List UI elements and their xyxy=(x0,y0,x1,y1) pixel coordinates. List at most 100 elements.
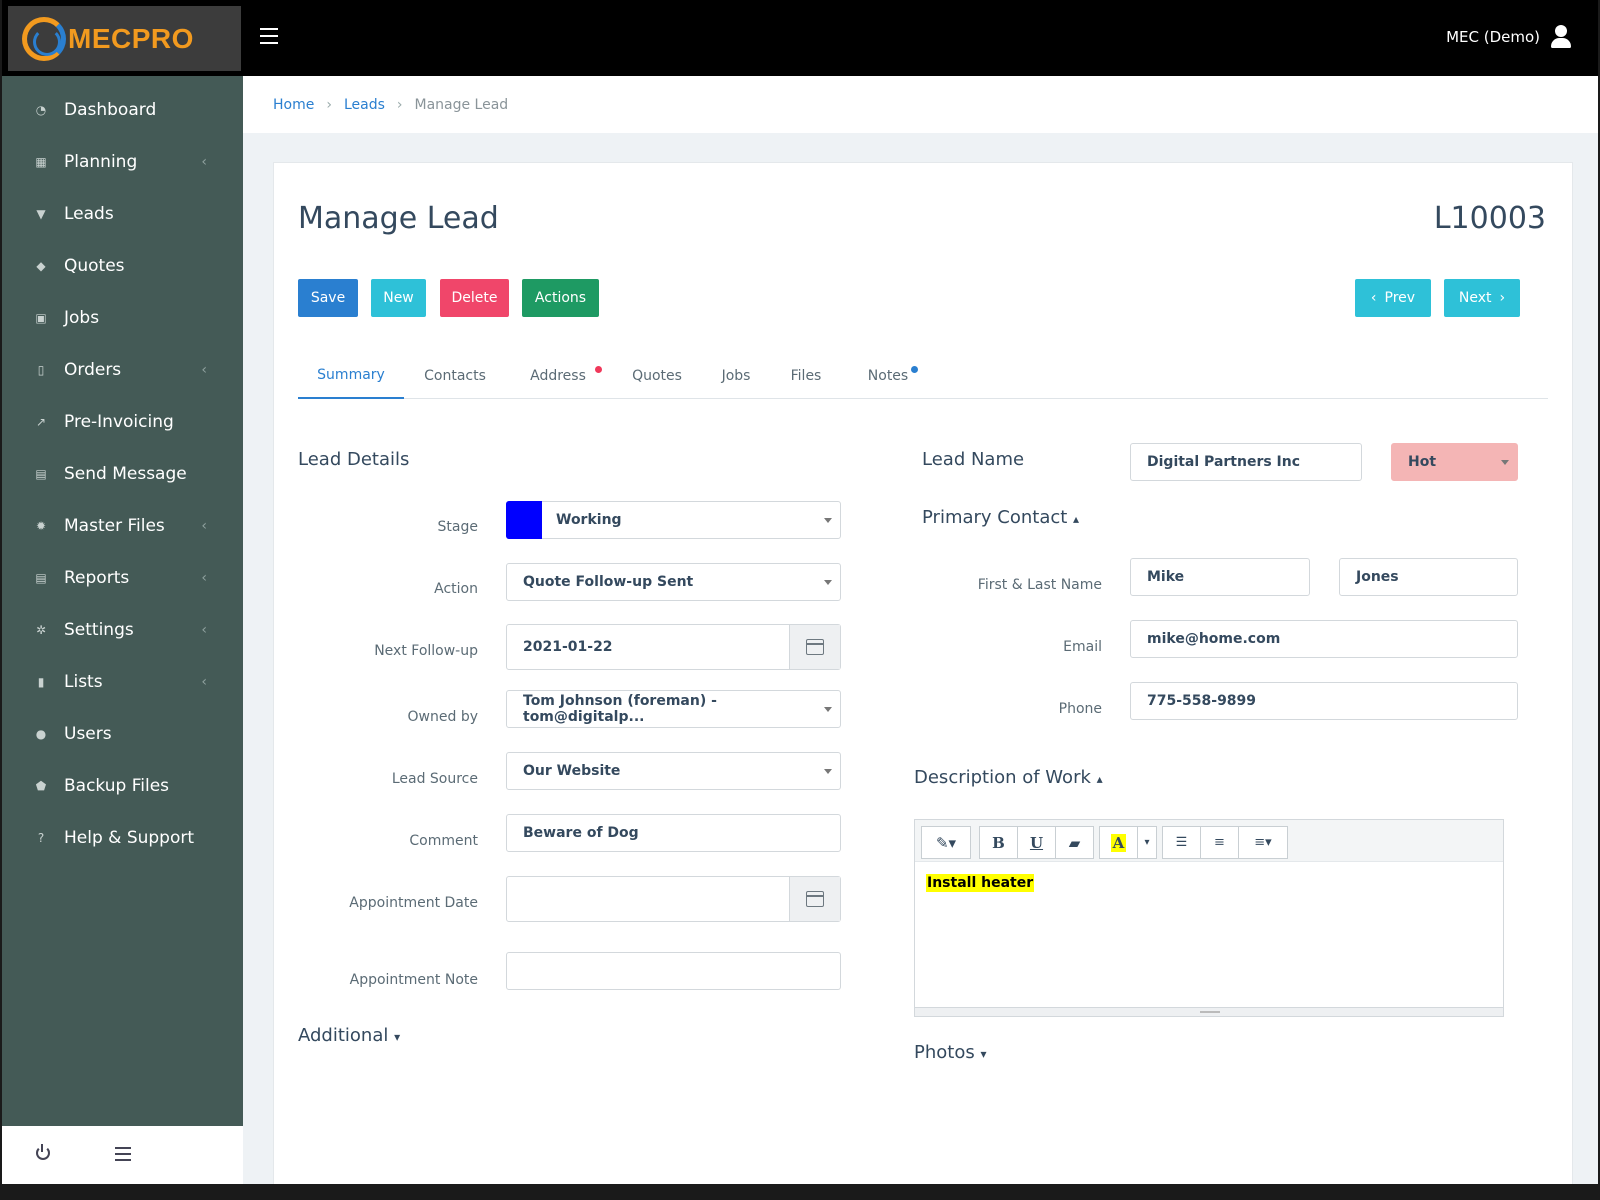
chevron-down-icon: ▾ xyxy=(394,1030,401,1044)
first-name-input[interactable]: Mike xyxy=(1130,558,1310,596)
sidebar-item-help-support[interactable]: ? Help & Support xyxy=(2,812,243,864)
photos-label: Photos xyxy=(914,1042,975,1063)
user-circle-icon: ● xyxy=(35,727,47,741)
calendar-icon xyxy=(806,639,824,655)
prev-button[interactable]: ‹ Prev xyxy=(1355,279,1431,317)
user-icon[interactable] xyxy=(1550,25,1572,49)
sidebar-item-label: Pre-Invoicing xyxy=(64,412,174,432)
calendar-icon xyxy=(806,891,824,907)
sidebar-item-master-files[interactable]: ✹ Master Files ‹ xyxy=(2,500,243,552)
sidebar-item-backup-files[interactable]: ⬟ Backup Files xyxy=(2,760,243,812)
sidebar-item-pre-invoicing[interactable]: ↗ Pre-Invoicing xyxy=(2,396,243,448)
prev-label: Prev xyxy=(1384,290,1416,306)
new-button[interactable]: New xyxy=(371,279,426,317)
underline-icon[interactable]: U xyxy=(1017,826,1056,859)
sidebar: ◔ Dashboard ▦ Planning ‹ ▼ Leads ◆ Quote… xyxy=(2,76,243,1126)
sidebar-item-lists[interactable]: ▮ Lists ‹ xyxy=(2,656,243,708)
tab-address[interactable]: Address xyxy=(510,353,606,399)
chevron-down-icon: ▾ xyxy=(980,1047,987,1061)
chevron-up-icon: ▴ xyxy=(1073,512,1080,526)
sidebar-item-reports[interactable]: ▤ Reports ‹ xyxy=(2,552,243,604)
last-name-input[interactable]: Jones xyxy=(1339,558,1518,596)
owned-by-select[interactable]: Tom Johnson (foreman) - tom@digitalp... xyxy=(506,690,841,728)
numbered-list-icon[interactable]: ≡ xyxy=(1200,826,1239,859)
appointment-note-input[interactable] xyxy=(506,952,841,990)
sidebar-item-quotes[interactable]: ◆ Quotes xyxy=(2,240,243,292)
chevron-up-icon: ▴ xyxy=(1096,772,1103,786)
owned-by-value: Tom Johnson (foreman) - tom@digitalp... xyxy=(523,693,717,725)
funnel-icon: ▼ xyxy=(36,207,46,221)
eraser-icon[interactable]: ▰ xyxy=(1055,826,1094,859)
sidebar-item-send-message[interactable]: ▤ Send Message xyxy=(2,448,243,500)
priority-value: Hot xyxy=(1408,454,1437,470)
menu-toggle-icon[interactable] xyxy=(260,28,278,44)
breadcrumb-leads[interactable]: Leads xyxy=(344,97,385,113)
save-button[interactable]: Save xyxy=(298,279,358,317)
phone-label: Phone xyxy=(1058,701,1102,717)
sidebar-item-users[interactable]: ● Users xyxy=(2,708,243,760)
sidebar-item-label: Send Message xyxy=(64,464,187,484)
followup-value: 2021-01-22 xyxy=(523,639,613,655)
phone-input[interactable]: 775-558-9899 xyxy=(1130,682,1518,720)
text-color-icon[interactable]: A xyxy=(1099,826,1138,859)
comment-input[interactable]: Beware of Dog xyxy=(506,814,841,852)
tab-quotes[interactable]: Quotes xyxy=(618,353,696,399)
chevron-left-icon: ‹ xyxy=(1370,290,1377,306)
tab-jobs[interactable]: Jobs xyxy=(706,353,766,399)
stage-select[interactable]: Working xyxy=(506,501,841,539)
photos-toggle[interactable]: Photos ▾ xyxy=(914,1042,987,1063)
tab-summary[interactable]: Summary xyxy=(298,353,404,399)
primary-contact-toggle[interactable]: Primary Contact ▴ xyxy=(922,507,1079,528)
lead-source-select[interactable]: Our Website xyxy=(506,752,841,790)
followup-date-input[interactable]: 2021-01-22 xyxy=(506,624,841,670)
additional-label: Additional xyxy=(298,1025,389,1046)
description-editor[interactable]: ✎▾ B U ▰ A ▾ ☰ ≡ ≡▾ Install heater xyxy=(914,819,1504,1017)
tab-notes[interactable]: Notes xyxy=(848,353,928,399)
logo[interactable]: MECPRO xyxy=(8,6,241,71)
sidebar-item-settings[interactable]: ✲ Settings ‹ xyxy=(2,604,243,656)
action-select[interactable]: Quote Follow-up Sent xyxy=(506,563,841,601)
caret-down-icon[interactable]: ▾ xyxy=(1137,826,1157,859)
menu-icon[interactable] xyxy=(115,1147,131,1165)
tab-label: Notes xyxy=(867,368,909,384)
calendar-button[interactable] xyxy=(789,625,840,669)
email-input[interactable]: mike@home.com xyxy=(1130,620,1518,658)
sidebar-item-label: Orders xyxy=(64,360,122,380)
actions-button[interactable]: Actions xyxy=(522,279,599,317)
stage-color-swatch xyxy=(506,501,542,539)
additional-toggle[interactable]: Additional ▾ xyxy=(298,1025,400,1046)
align-icon[interactable]: ≡▾ xyxy=(1238,826,1288,859)
editor-toolbar: ✎▾ B U ▰ A ▾ ☰ ≡ ≡▾ xyxy=(915,820,1503,862)
app-frame: MECPRO MEC (Demo) ◔ Dashboard ▦ Planning… xyxy=(2,0,1598,1184)
chevron-right-icon: › xyxy=(1499,290,1506,306)
sidebar-item-leads[interactable]: ▼ Leads xyxy=(2,188,243,240)
sidebar-item-label: Settings xyxy=(64,620,134,640)
bold-icon[interactable]: B xyxy=(979,826,1018,859)
tab-contacts[interactable]: Contacts xyxy=(410,353,500,399)
action-label: Action xyxy=(434,581,478,597)
manage-lead-card: Manage Lead L10003 Save New Delete Actio… xyxy=(273,162,1573,1184)
priority-select[interactable]: Hot xyxy=(1391,443,1518,481)
sidebar-item-dashboard[interactable]: ◔ Dashboard xyxy=(2,84,243,136)
bullet-list-icon[interactable]: ☰ xyxy=(1162,826,1201,859)
comment-value: Beware of Dog xyxy=(523,825,639,841)
delete-button[interactable]: Delete xyxy=(440,279,509,317)
power-icon[interactable] xyxy=(36,1144,50,1160)
user-name[interactable]: MEC (Demo) xyxy=(1446,28,1540,46)
sidebar-item-planning[interactable]: ▦ Planning ‹ xyxy=(2,136,243,188)
magic-wand-icon[interactable]: ✎▾ xyxy=(921,826,971,859)
lead-name-input[interactable]: Digital Partners Inc xyxy=(1130,443,1362,481)
sidebar-item-jobs[interactable]: ▣ Jobs xyxy=(2,292,243,344)
description-toggle[interactable]: Description of Work ▴ xyxy=(914,767,1103,788)
sidebar-item-orders[interactable]: ▯ Orders ‹ xyxy=(2,344,243,396)
trend-icon: ↗ xyxy=(35,415,47,429)
tab-files[interactable]: Files xyxy=(776,353,836,399)
name-label: First & Last Name xyxy=(977,577,1102,593)
lead-name-label: Lead Name xyxy=(922,449,1025,470)
followup-label: Next Follow-up xyxy=(374,643,478,659)
resize-handle[interactable] xyxy=(915,1007,1503,1016)
breadcrumb-home[interactable]: Home xyxy=(273,97,314,113)
appointment-date-input[interactable] xyxy=(506,876,841,922)
calendar-button[interactable] xyxy=(789,877,840,921)
next-button[interactable]: Next › xyxy=(1444,279,1520,317)
